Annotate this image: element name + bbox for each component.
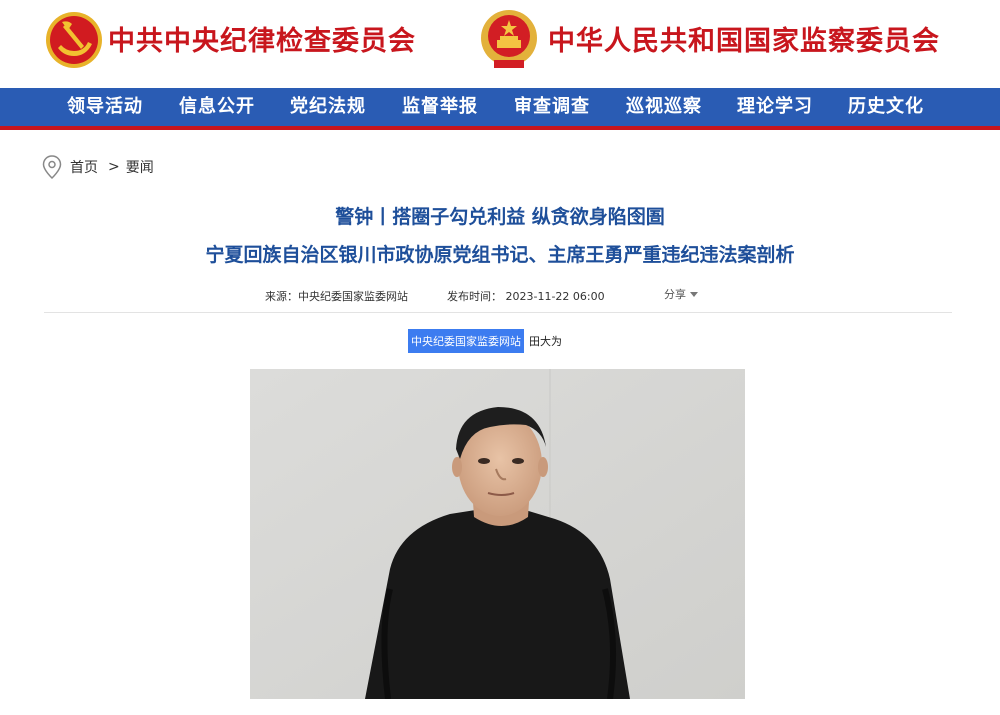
article-byline: 中央纪委国家监委网站 田大为 (408, 329, 562, 353)
org2-title[interactable]: 中华人民共和国国家监察委员会 (548, 22, 940, 62)
byline-source: 中央纪委国家监委网站 (408, 329, 524, 353)
article-source: 来源：中央纪委国家监委网站 (265, 290, 408, 303)
nav-item-inspection[interactable]: 巡视巡察 (626, 88, 702, 126)
site-header: 中共中央纪律检查委员会 中华人民共和国国家监察委员会 (0, 0, 1000, 88)
main-nav: 领导活动 信息公开 党纪法规 监督举报 审查调查 巡视巡察 理论学习 历史文化 (0, 88, 1000, 130)
org1-title[interactable]: 中共中央纪律检查委员会 (108, 22, 416, 62)
party-emblem-icon[interactable] (44, 10, 104, 70)
location-pin-icon (42, 155, 62, 179)
article-publish-time: 发布时间： 2023-11-22 06:00 (447, 290, 605, 303)
nav-item-theory[interactable]: 理论学习 (737, 88, 813, 126)
byline-author: 田大为 (529, 335, 562, 348)
article-title: 警钟丨搭圈子勾兑利益 纵贪欲身陷囹圄 (335, 206, 665, 228)
article-photo (250, 369, 745, 699)
chevron-down-icon (690, 291, 698, 297)
article-subtitle: 宁夏回族自治区银川市政协原党组书记、主席王勇严重违纪违法案剖析 (205, 244, 795, 266)
share-label: 分享 (664, 288, 686, 301)
nav-item-leadership[interactable]: 领导活动 (67, 88, 143, 126)
breadcrumb: 首页 > 要闻 (42, 155, 154, 179)
share-button[interactable]: 分享 (664, 286, 698, 302)
breadcrumb-separator: > (108, 159, 120, 175)
national-emblem-icon[interactable] (478, 8, 540, 72)
divider (44, 312, 952, 313)
nav-item-history[interactable]: 历史文化 (848, 88, 924, 126)
nav-item-info-disclosure[interactable]: 信息公开 (179, 88, 255, 126)
nav-item-regulations[interactable]: 党纪法规 (290, 88, 366, 126)
breadcrumb-home-link[interactable]: 首页 (70, 157, 98, 177)
nav-item-report[interactable]: 监督举报 (402, 88, 478, 126)
nav-item-investigation[interactable]: 审查调查 (514, 88, 590, 126)
breadcrumb-current-link[interactable]: 要闻 (126, 157, 154, 177)
